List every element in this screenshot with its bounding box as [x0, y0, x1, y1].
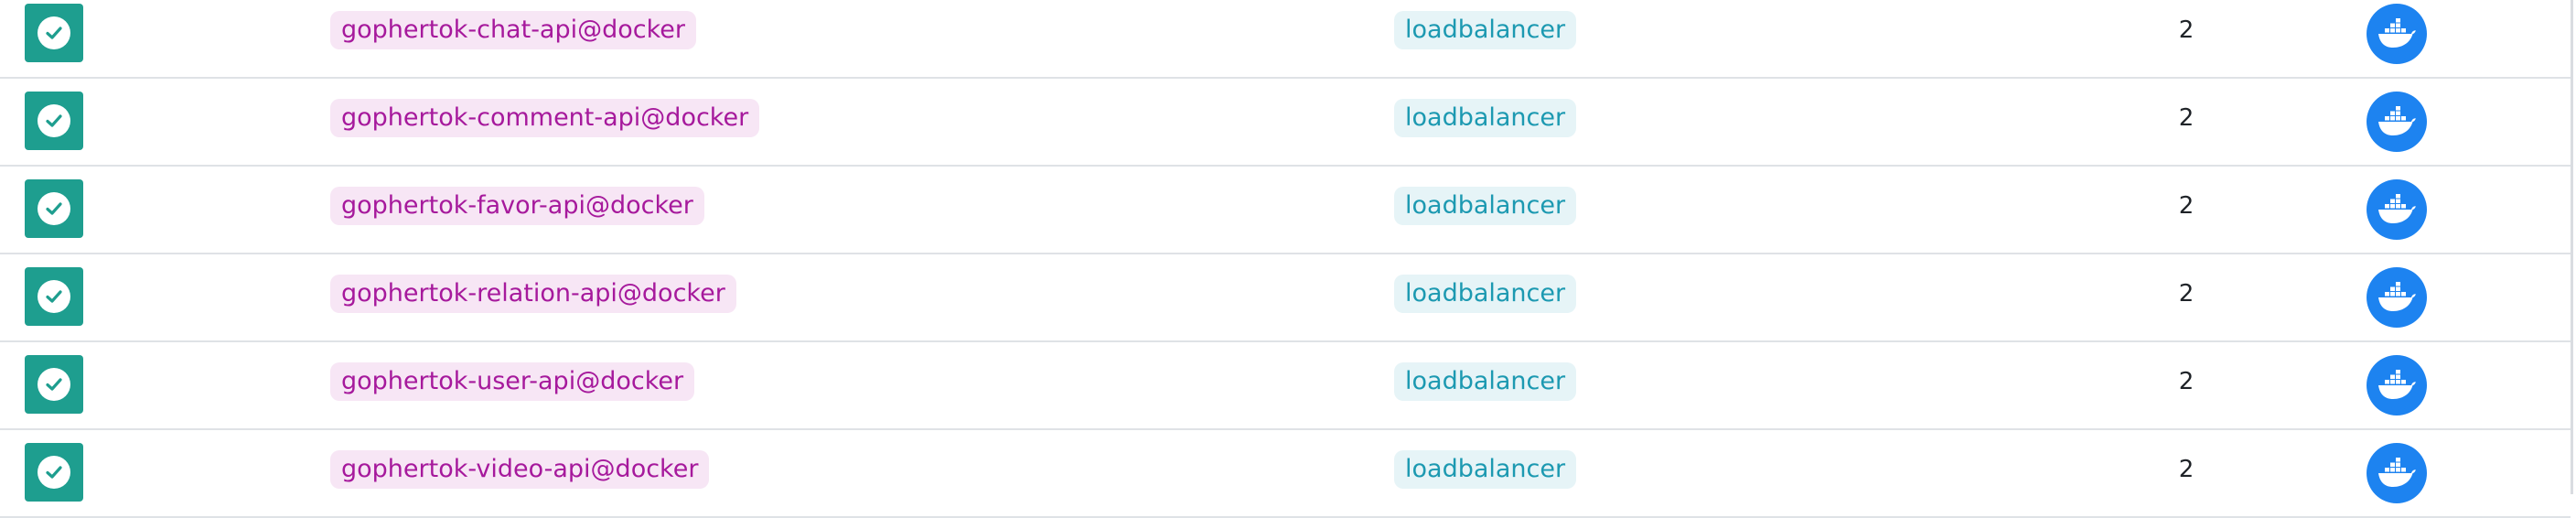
service-name[interactable]: gophertok-relation-api@docker [330, 275, 736, 313]
docker-icon [2367, 4, 2427, 64]
service-name[interactable]: gophertok-video-api@docker [330, 450, 710, 489]
table-row[interactable]: gophertok-comment-api@docker loadbalance… [0, 79, 2571, 167]
table-row[interactable]: gophertok-user-api@docker loadbalancer 2 [0, 342, 2571, 430]
service-name[interactable]: gophertok-user-api@docker [330, 362, 695, 401]
status-success-badge [25, 355, 83, 414]
server-count: 2 [2178, 368, 2195, 395]
docker-icon [2367, 443, 2427, 503]
status-success-badge [25, 92, 83, 150]
status-success-badge [25, 4, 83, 62]
status-success-badge [25, 443, 83, 502]
server-count: 2 [2178, 280, 2195, 308]
service-name[interactable]: gophertok-chat-api@docker [330, 11, 697, 49]
service-type: loadbalancer [1394, 275, 1577, 313]
check-icon [38, 456, 70, 489]
table-row[interactable]: gophertok-relation-api@docker loadbalanc… [0, 254, 2571, 342]
docker-icon [2367, 267, 2427, 328]
server-count: 2 [2178, 456, 2195, 483]
check-icon [38, 280, 70, 313]
status-success-badge [25, 267, 83, 326]
service-name[interactable]: gophertok-favor-api@docker [330, 187, 704, 225]
service-type: loadbalancer [1394, 99, 1577, 137]
server-count: 2 [2178, 192, 2195, 220]
server-count: 2 [2178, 104, 2195, 132]
table-row[interactable]: gophertok-favor-api@docker loadbalancer … [0, 167, 2571, 254]
service-type: loadbalancer [1394, 450, 1577, 489]
table-row[interactable]: gophertok-video-api@docker loadbalancer … [0, 430, 2571, 518]
service-type: loadbalancer [1394, 187, 1577, 225]
service-type: loadbalancer [1394, 11, 1577, 49]
services-table: gophertok-chat-api@docker loadbalancer 2… [0, 0, 2573, 518]
table-row[interactable]: gophertok-chat-api@docker loadbalancer 2 [0, 0, 2571, 79]
check-icon [38, 16, 70, 49]
server-count: 2 [2178, 16, 2195, 44]
check-icon [38, 368, 70, 401]
check-icon [38, 104, 70, 137]
status-success-badge [25, 179, 83, 238]
docker-icon [2367, 355, 2427, 415]
docker-icon [2367, 179, 2427, 240]
service-name[interactable]: gophertok-comment-api@docker [330, 99, 760, 137]
check-icon [38, 192, 70, 225]
docker-icon [2367, 92, 2427, 152]
service-type: loadbalancer [1394, 362, 1577, 401]
